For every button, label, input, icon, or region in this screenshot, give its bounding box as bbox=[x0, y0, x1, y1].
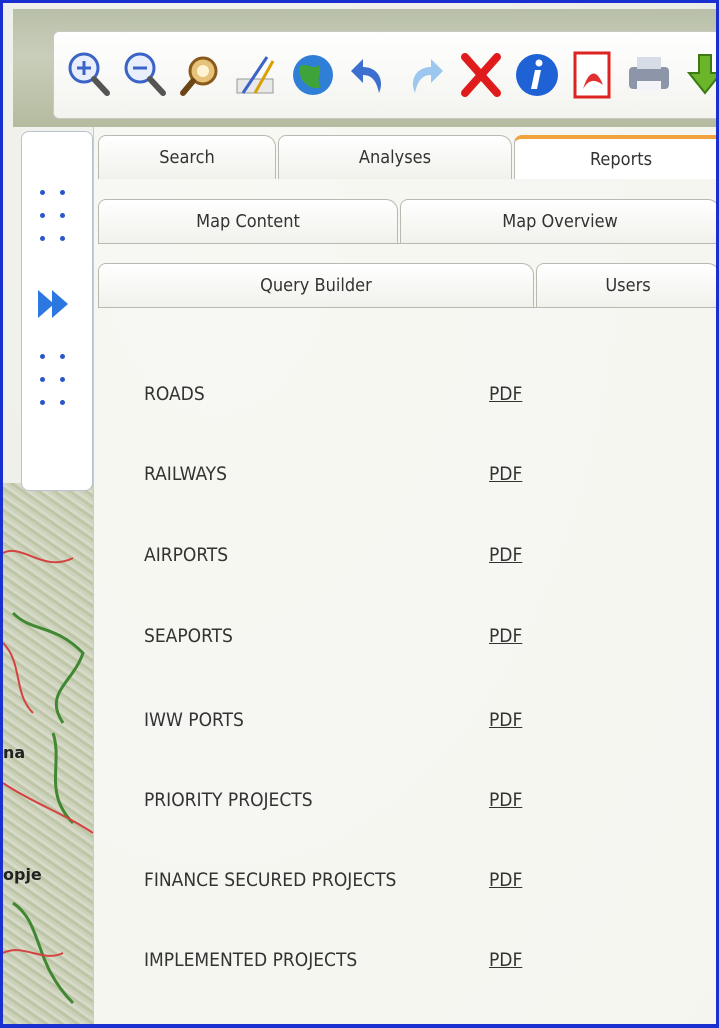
tab-reports[interactable]: Reports bbox=[514, 135, 716, 179]
tab-row-3: Query Builder Users bbox=[98, 263, 716, 309]
tab-map-overview[interactable]: Map Overview bbox=[400, 199, 716, 243]
info-icon[interactable] bbox=[512, 47, 562, 103]
report-name: FINANCE SECURED PROJECTS bbox=[144, 869, 397, 891]
expand-panel-icon[interactable] bbox=[34, 284, 74, 328]
pdf-link[interactable]: PDF bbox=[489, 625, 522, 647]
pdf-export-icon[interactable] bbox=[568, 47, 618, 103]
report-name: ROADS bbox=[144, 383, 205, 405]
app-window: na opje Search Analyses Reports Map Cont… bbox=[0, 0, 719, 1028]
report-row: IMPLEMENTED PROJECTS PDF bbox=[144, 945, 664, 975]
report-row: IWW PORTS PDF bbox=[144, 705, 664, 735]
report-row: PRIORITY PROJECTS PDF bbox=[144, 785, 664, 815]
zoom-in-icon[interactable] bbox=[64, 47, 114, 103]
redo-icon[interactable] bbox=[400, 47, 450, 103]
report-name: PRIORITY PROJECTS bbox=[144, 789, 313, 811]
report-name: AIRPORTS bbox=[144, 544, 229, 566]
pdf-link[interactable]: PDF bbox=[489, 789, 522, 811]
drag-handle-top[interactable] bbox=[40, 190, 80, 241]
zoom-out-icon[interactable] bbox=[120, 47, 170, 103]
report-row: RAILWAYS PDF bbox=[144, 459, 664, 489]
collapsed-side-panel bbox=[21, 131, 93, 491]
tab-row-2: Map Content Map Overview bbox=[98, 199, 716, 245]
pdf-link[interactable]: PDF bbox=[489, 544, 522, 566]
pdf-link[interactable]: PDF bbox=[489, 383, 522, 405]
tab-search[interactable]: Search bbox=[98, 135, 276, 179]
tab-row-1: Search Analyses Reports bbox=[98, 135, 716, 181]
tab-divider bbox=[98, 307, 716, 308]
pdf-link[interactable]: PDF bbox=[489, 949, 522, 971]
report-row: SEAPORTS PDF bbox=[144, 621, 664, 651]
clear-icon[interactable] bbox=[456, 47, 506, 103]
pdf-link[interactable]: PDF bbox=[489, 463, 522, 485]
main-panel: Search Analyses Reports Map Content Map … bbox=[93, 127, 716, 1024]
tab-map-content[interactable]: Map Content bbox=[98, 199, 398, 243]
toolbar-buttons bbox=[53, 31, 716, 119]
report-row: ROADS PDF bbox=[144, 379, 664, 409]
tab-divider bbox=[98, 243, 716, 244]
drag-handle-bottom[interactable] bbox=[40, 354, 80, 405]
report-row: AIRPORTS PDF bbox=[144, 540, 664, 570]
report-name: SEAPORTS bbox=[144, 625, 233, 647]
pdf-link[interactable]: PDF bbox=[489, 869, 522, 891]
pdf-link[interactable]: PDF bbox=[489, 709, 522, 731]
download-icon[interactable] bbox=[680, 47, 716, 103]
map-label: na bbox=[3, 743, 26, 762]
identify-icon[interactable] bbox=[176, 47, 226, 103]
undo-icon[interactable] bbox=[344, 47, 394, 103]
tab-query-builder[interactable]: Query Builder bbox=[98, 263, 534, 307]
globe-icon[interactable] bbox=[288, 47, 338, 103]
report-name: IMPLEMENTED PROJECTS bbox=[144, 949, 358, 971]
print-icon[interactable] bbox=[624, 47, 674, 103]
map-label: opje bbox=[3, 865, 42, 884]
toolbar bbox=[13, 9, 716, 127]
report-name: RAILWAYS bbox=[144, 463, 227, 485]
tab-analyses[interactable]: Analyses bbox=[278, 135, 512, 179]
report-row: FINANCE SECURED PROJECTS PDF bbox=[144, 865, 664, 895]
measure-icon[interactable] bbox=[232, 47, 282, 103]
tab-users[interactable]: Users bbox=[536, 263, 716, 307]
report-name: IWW PORTS bbox=[144, 709, 244, 731]
